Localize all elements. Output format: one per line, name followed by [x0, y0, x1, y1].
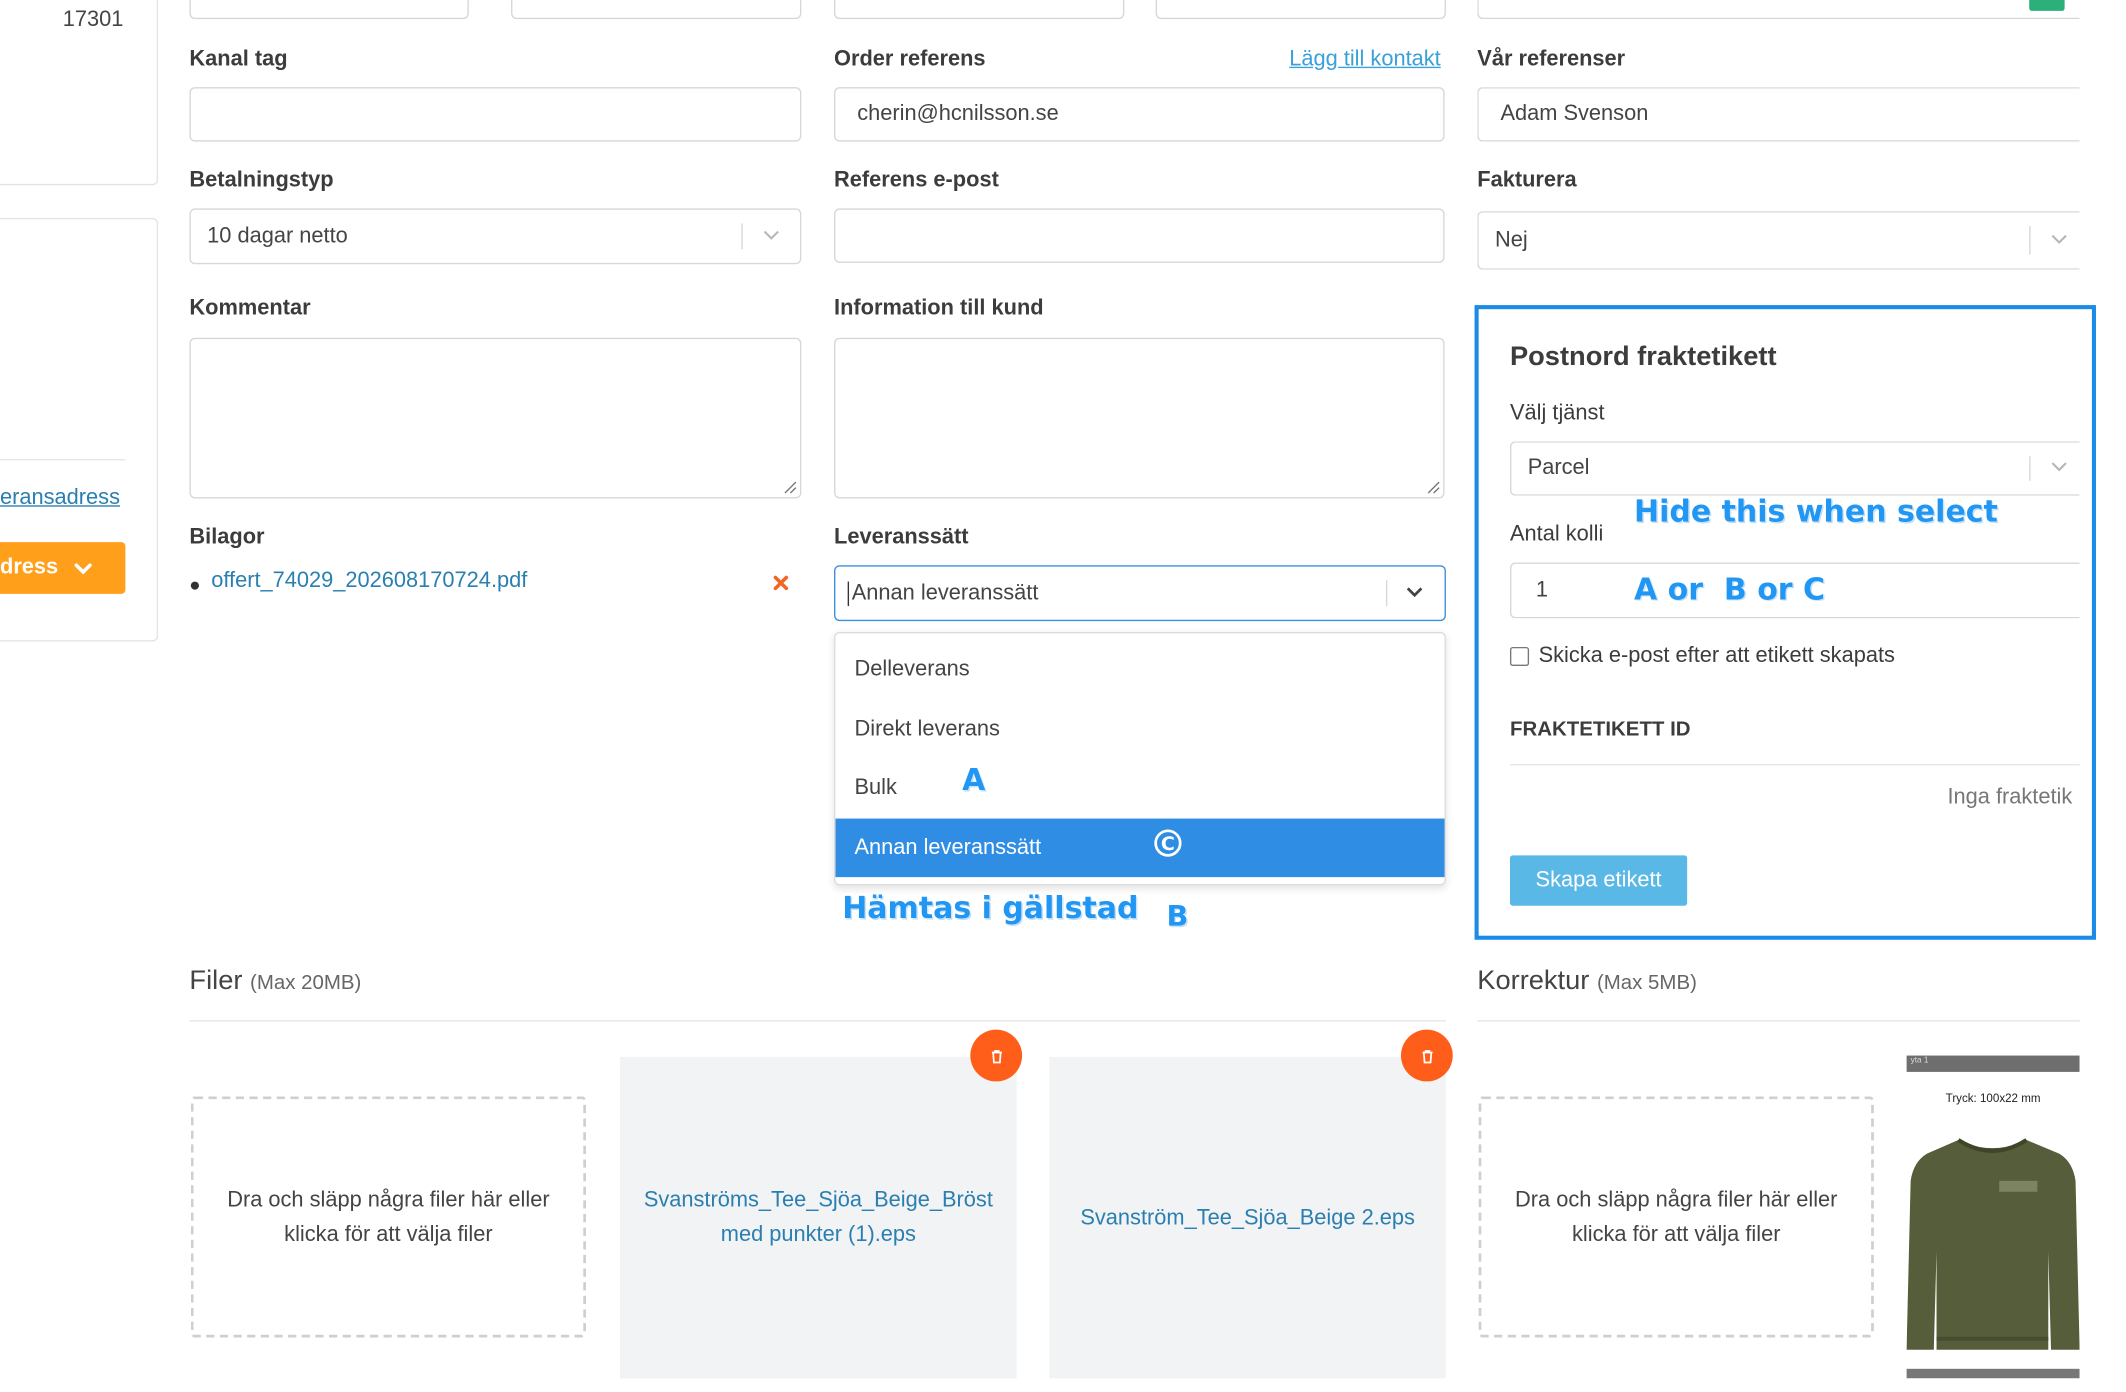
kommentar-label: Kommentar: [189, 296, 311, 321]
files-title: Filer: [189, 965, 243, 996]
select-separator: [2029, 456, 2031, 481]
fakturera-value: Nej: [1494, 228, 1528, 252]
dropdown-option-bulk[interactable]: Bulk: [835, 759, 1444, 818]
order-referens-input[interactable]: cherin@hcnilsson.se: [834, 87, 1445, 142]
fraktetikett-id-header: FRAKTETIKETT ID: [1509, 717, 1691, 741]
annotation-mark-b: B: [1166, 900, 1189, 933]
betalningstyp-label: Betalningstyp: [189, 168, 334, 193]
card-divider: [0, 458, 126, 461]
order-number: 17301: [62, 8, 124, 32]
korrektur-title: Korrektur: [1477, 965, 1590, 996]
files-dropzone[interactable]: Dra och släpp några filer här eller klic…: [190, 1096, 587, 1338]
dropdown-option-annan-leveranssatt[interactable]: Annan leveranssätt: [835, 818, 1445, 878]
chevron-down-icon: [763, 230, 779, 240]
chevron-down-icon: [2051, 462, 2067, 472]
address-button-label: dress: [0, 555, 59, 579]
file-card[interactable]: Svanström_Tee_Sjöa_Beige 2.eps: [1049, 1056, 1446, 1379]
date-field[interactable]: [189, 0, 469, 20]
postnord-highlight-border: [1474, 305, 2096, 940]
annotation-hide-line1: Hide this when select: [1633, 495, 1998, 530]
leveranssatt-label: Leveranssätt: [834, 525, 969, 549]
email-checkbox[interactable]: [1509, 646, 1530, 667]
bilagor-label: Bilagor: [189, 525, 265, 549]
text-cursor: [847, 581, 850, 607]
chevron-down-icon: [2051, 234, 2067, 244]
delete-file-button[interactable]: [970, 1029, 1023, 1082]
add-contact-link[interactable]: Lägg till kontakt: [1289, 48, 1441, 73]
table-divider: [1509, 764, 2080, 766]
annotation-mark-c-icon: C: [1154, 829, 1182, 857]
file-name[interactable]: Svanström_Tee_Sjöa_Beige 2.eps: [1080, 1201, 1415, 1235]
sweater-image-icon: [1906, 1138, 2080, 1350]
address-dropdown-button[interactable]: dress: [0, 542, 126, 594]
fakturera-select[interactable]: Nej: [1477, 211, 2080, 270]
referens-epost-input[interactable]: [834, 208, 1445, 263]
select-separator: [741, 223, 743, 250]
service-value: Parcel: [1527, 456, 1590, 480]
resize-handle-icon[interactable]: [1427, 481, 1441, 495]
kanal-tag-input[interactable]: [189, 87, 802, 142]
service-label: Välj tjänst: [1509, 401, 1605, 425]
annotation-mark-c: C: [1161, 833, 1175, 855]
trash-icon: [1421, 1049, 1432, 1063]
korrektur-section-title: Korrektur (Max 5MB): [1477, 966, 1697, 997]
proof-header-text: yta 1: [1910, 1056, 1929, 1066]
file-name[interactable]: Svanströms_Tee_Sjöa_Beige_Bröst med punk…: [639, 1184, 997, 1252]
bullet: [190, 581, 199, 590]
var-referenser-label: Vår referenser: [1477, 47, 1626, 71]
select-separator: [1385, 580, 1388, 607]
var-referenser-input[interactable]: Adam Svenson: [1477, 87, 2080, 142]
status-confirm-button[interactable]: [2029, 0, 2065, 11]
leveranssatt-select[interactable]: Annan leveranssätt: [834, 565, 1446, 622]
kanal-tag-label: Kanal tag: [189, 47, 288, 71]
order-referens-label: Order referens: [834, 47, 986, 71]
postnord-title: Postnord fraktetikett: [1509, 341, 1777, 372]
annotation-hamtas: Hämtas i gällstad: [842, 892, 1139, 927]
annotation-hide-line2: A or B or C: [1633, 573, 1826, 608]
annotation-mark-a: A: [962, 764, 986, 799]
attachment-link[interactable]: offert_74029_202608170724.pdf: [211, 569, 527, 594]
dropdown-option-delleverans[interactable]: Delleverans: [835, 640, 1444, 699]
proof-preview[interactable]: yta 1 Tryck: 100x22 mm: [1906, 1055, 2080, 1379]
proof-caption: Tryck: 100x22 mm: [1945, 1090, 2041, 1105]
email-checkbox-label: Skicka e-post efter att etikett skapats: [1538, 644, 1895, 668]
dropdown-option-direkt-leverans[interactable]: Direkt leverans: [835, 700, 1444, 759]
korrektur-dropzone[interactable]: Dra och släpp några filer här eller klic…: [1478, 1096, 1874, 1338]
files-max: (Max 20MB): [250, 971, 362, 995]
time-field[interactable]: [511, 0, 802, 20]
files-divider: [189, 1020, 1446, 1022]
top-select-4[interactable]: [1155, 0, 1446, 20]
delete-file-button[interactable]: [1400, 1029, 1453, 1082]
fakturera-label: Fakturera: [1477, 168, 1577, 193]
korrektur-divider: [1477, 1020, 2080, 1022]
proof-header-bar: yta 1: [1906, 1055, 2080, 1072]
kommentar-textarea[interactable]: [189, 337, 802, 499]
trash-icon: [991, 1049, 1002, 1063]
kolli-label: Antal kolli: [1509, 523, 1604, 547]
files-section-title: Filer (Max 20MB): [189, 966, 361, 997]
create-label-button[interactable]: Skapa etikett: [1509, 855, 1688, 906]
select-separator: [2029, 226, 2031, 255]
betalningstyp-select[interactable]: 10 dagar netto: [189, 208, 802, 265]
proof-footer-bar: [1906, 1368, 2080, 1379]
status-select[interactable]: [1477, 0, 2080, 20]
information-till-kund-textarea[interactable]: [834, 337, 1445, 499]
top-field-3[interactable]: [834, 0, 1125, 20]
chevron-down-icon[interactable]: [1405, 581, 1424, 600]
empty-labels-text: Inga fraktetik: [1947, 785, 2073, 810]
resize-handle-icon[interactable]: [784, 481, 798, 495]
referens-epost-label: Referens e-post: [834, 168, 999, 193]
information-till-kund-label: Information till kund: [834, 296, 1044, 321]
chevron-down-icon: [74, 563, 92, 575]
email-checkbox-row[interactable]: Skicka e-post efter att etikett skapats: [1509, 644, 1895, 669]
file-card[interactable]: Svanströms_Tee_Sjöa_Beige_Bröst med punk…: [620, 1056, 1017, 1379]
service-select[interactable]: Parcel: [1509, 441, 2080, 496]
betalningstyp-value: 10 dagar netto: [207, 224, 348, 248]
leveranssatt-value: Annan leveranssätt: [851, 580, 1039, 605]
korrektur-max: (Max 5MB): [1596, 971, 1697, 995]
leveranssatt-dropdown: Delleverans Direkt leverans Bulk Annan l…: [834, 631, 1446, 886]
delivery-address-link[interactable]: eransadress: [0, 486, 120, 511]
remove-attachment-icon[interactable]: [773, 575, 789, 591]
